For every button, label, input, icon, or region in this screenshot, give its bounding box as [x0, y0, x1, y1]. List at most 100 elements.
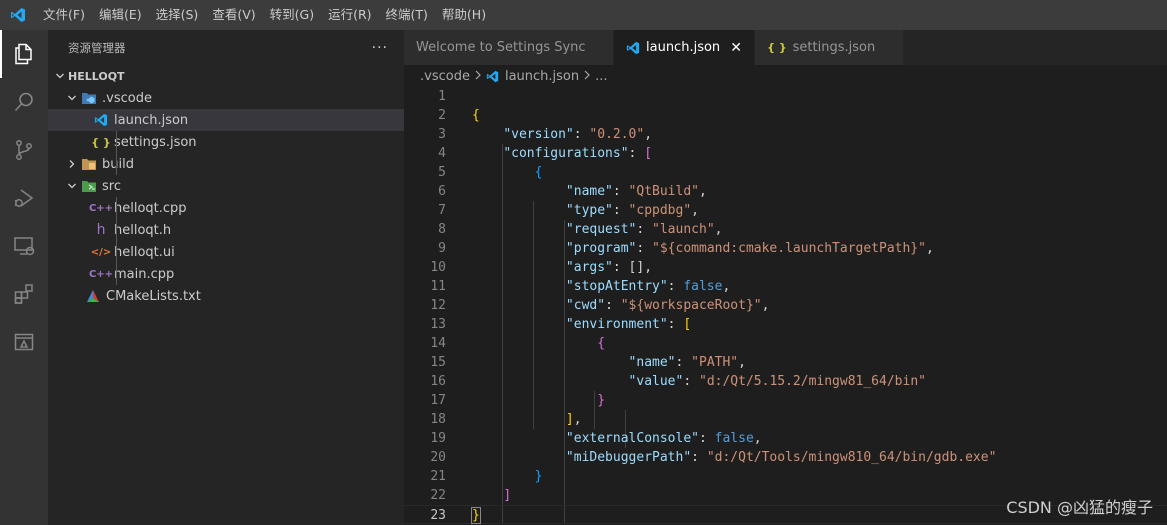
json-value: "0.2.0" [589, 127, 645, 142]
cmake-icon[interactable] [0, 318, 48, 366]
code-line: 17 } [404, 391, 1167, 410]
explorer-sidebar: 资源管理器 ··· HELLOQT .vscode launch.json { … [48, 30, 404, 525]
tree-item-helloqt-ui[interactable]: </> helloqt.ui [48, 241, 404, 263]
tab-welcome-settings-sync[interactable]: Welcome to Settings Sync [404, 30, 614, 65]
tree-root[interactable]: HELLOQT [48, 65, 404, 87]
menu-run[interactable]: 运行(R) [321, 0, 378, 30]
json-file-icon: { } [91, 135, 111, 149]
editor-area: Welcome to Settings Sync launch.json ✕ {… [404, 30, 1167, 525]
code-line: 21 } [404, 467, 1167, 486]
line-number: 7 [438, 203, 446, 218]
close-icon[interactable]: ✕ [728, 40, 744, 56]
line-number: 11 [430, 279, 446, 294]
line-number: 10 [430, 260, 446, 275]
extensions-icon[interactable] [0, 270, 48, 318]
tree-item-launch-json[interactable]: launch.json [48, 109, 404, 131]
json-bracket: ] [503, 488, 512, 503]
json-key: "value" [628, 374, 684, 389]
line-number: 19 [430, 431, 446, 446]
explorer-title: 资源管理器 [68, 40, 126, 55]
menu-selection[interactable]: 选择(S) [149, 0, 206, 30]
breadcrumb-file[interactable]: launch.json [505, 69, 579, 84]
tree-item-label: settings.json [114, 134, 197, 150]
line-number: 12 [430, 298, 446, 313]
code-editor[interactable]: 1 2{ 3 "version": "0.2.0", 4 "configurat… [404, 87, 1167, 525]
tree-item-helloqt-h[interactable]: h helloqt.h [48, 219, 404, 241]
json-value: "${command:cmake.launchTargetPath}" [652, 241, 926, 256]
json-value: "PATH" [691, 355, 739, 370]
tree-item-label: src [102, 178, 121, 194]
json-key: "environment" [565, 317, 668, 332]
build-folder-icon [80, 157, 98, 171]
chevron-down-icon [64, 181, 80, 191]
tree-item-vscode[interactable]: .vscode [48, 87, 404, 109]
vscode-file-icon [626, 41, 640, 55]
tree-item-cmakelists[interactable]: CMakeLists.txt [48, 285, 404, 307]
breadcrumb-folder[interactable]: .vscode [420, 69, 470, 84]
menu-terminal[interactable]: 终端(T) [379, 0, 435, 30]
json-bracket: { [534, 165, 543, 180]
code-line: 7 "type": "cppdbg", [404, 201, 1167, 220]
run-debug-icon[interactable] [0, 174, 48, 222]
more-actions-button[interactable]: ··· [372, 40, 388, 56]
line-number: 6 [438, 184, 446, 199]
line-number: 14 [430, 336, 446, 351]
xml-file-icon: </> [90, 246, 112, 258]
remote-explorer-icon[interactable] [0, 222, 48, 270]
code-line: 6 "name": "QtBuild", [404, 182, 1167, 201]
code-line: 11 "stopAtEntry": false, [404, 277, 1167, 296]
code-line: 15 "name": "PATH", [404, 353, 1167, 372]
search-icon[interactable] [0, 78, 48, 126]
breadcrumb-tail[interactable]: ... [595, 69, 607, 84]
json-key: "miDebuggerPath" [565, 450, 692, 465]
tab-bar: Welcome to Settings Sync launch.json ✕ {… [404, 30, 1167, 65]
header-file-icon: h [96, 222, 106, 238]
json-bracket: } [471, 507, 481, 524]
chevron-right-icon [583, 69, 591, 84]
code-line: 1 [404, 87, 1167, 106]
line-number: 4 [438, 146, 446, 161]
tree-item-main-cpp[interactable]: C++ main.cpp [48, 263, 404, 285]
menu-help[interactable]: 帮助(H) [435, 0, 493, 30]
line-number: 21 [430, 469, 446, 484]
explorer-header: 资源管理器 ··· [48, 30, 404, 65]
explorer-icon[interactable] [0, 30, 48, 78]
json-file-icon: { } [767, 41, 787, 54]
json-bracket: } [597, 393, 606, 408]
json-value: "d:/Qt/Tools/mingw810_64/bin/gdb.exe" [706, 450, 997, 465]
chevron-down-icon [52, 71, 68, 81]
json-value: false [683, 279, 723, 294]
menu-view[interactable]: 查看(V) [205, 0, 262, 30]
vscode-folder-icon [80, 91, 98, 105]
code-line: 9 "program": "${command:cmake.launchTarg… [404, 239, 1167, 258]
tree-item-build[interactable]: build [48, 153, 404, 175]
watermark: CSDN @凶猛的瘦子 [1006, 498, 1153, 517]
tree-item-helloqt-cpp[interactable]: C++ helloqt.cpp [48, 197, 404, 219]
tree-item-src[interactable]: src [48, 175, 404, 197]
tab-settings-json[interactable]: { } settings.json [755, 30, 905, 65]
json-value: "d:/Qt/5.15.2/mingw81_64/bin" [699, 374, 926, 389]
tab-launch-json[interactable]: launch.json ✕ [614, 30, 756, 65]
cpp-file-icon: C++ [88, 268, 114, 280]
tab-label: launch.json [646, 40, 721, 55]
vscode-file-icon [92, 113, 110, 127]
menu-file[interactable]: 文件(F) [36, 0, 92, 30]
tree-item-label: main.cpp [114, 266, 175, 282]
json-bracket: } [534, 469, 543, 484]
menu-edit[interactable]: 编辑(E) [92, 0, 149, 30]
menu-go[interactable]: 转到(G) [263, 0, 321, 30]
line-number: 2 [438, 108, 446, 123]
indent-guide [116, 131, 117, 175]
tab-label: settings.json [792, 40, 876, 55]
tree-item-settings-json[interactable]: { } settings.json [48, 131, 404, 153]
source-control-icon[interactable] [0, 126, 48, 174]
activity-bar [0, 30, 48, 525]
line-number: 8 [438, 222, 446, 237]
line-number: 18 [430, 412, 446, 427]
indent-guide [116, 197, 117, 285]
json-key: "name" [565, 184, 613, 199]
tree-item-label: helloqt.ui [114, 244, 175, 260]
tree-item-label: build [102, 156, 134, 172]
json-key: "name" [628, 355, 676, 370]
code-line: 20 "miDebuggerPath": "d:/Qt/Tools/mingw8… [404, 448, 1167, 467]
